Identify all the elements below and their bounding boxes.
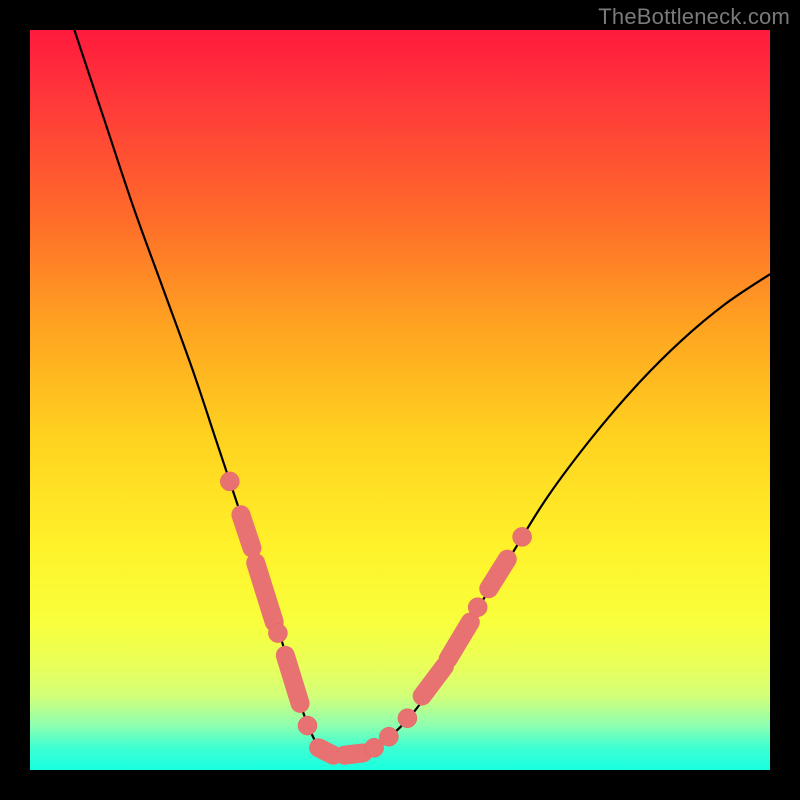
curve-sample-dot bbox=[298, 716, 317, 735]
watermark-text: TheBottleneck.com bbox=[598, 4, 790, 30]
curve-sample-capsule bbox=[448, 622, 470, 659]
bottleneck-curve bbox=[74, 30, 770, 757]
plot-area bbox=[30, 30, 770, 770]
curve-sample-dot bbox=[268, 624, 287, 643]
curve-sample-capsule bbox=[422, 666, 444, 696]
curve-sample-dot bbox=[220, 472, 239, 491]
chart-stage: TheBottleneck.com bbox=[0, 0, 800, 800]
curve-sample-dot bbox=[468, 598, 487, 617]
curve-sample-capsule bbox=[345, 753, 364, 755]
curve-sample-capsule bbox=[241, 515, 252, 548]
chart-svg bbox=[30, 30, 770, 770]
curve-sample-dot bbox=[513, 527, 532, 546]
curve-sample-capsule bbox=[256, 563, 275, 622]
curve-sample-dot bbox=[379, 727, 398, 746]
curve-markers bbox=[220, 472, 531, 757]
curve-sample-capsule bbox=[319, 748, 334, 755]
curve-sample-dot bbox=[398, 709, 417, 728]
curve-sample-capsule bbox=[285, 655, 300, 703]
curve-sample-capsule bbox=[489, 559, 508, 589]
